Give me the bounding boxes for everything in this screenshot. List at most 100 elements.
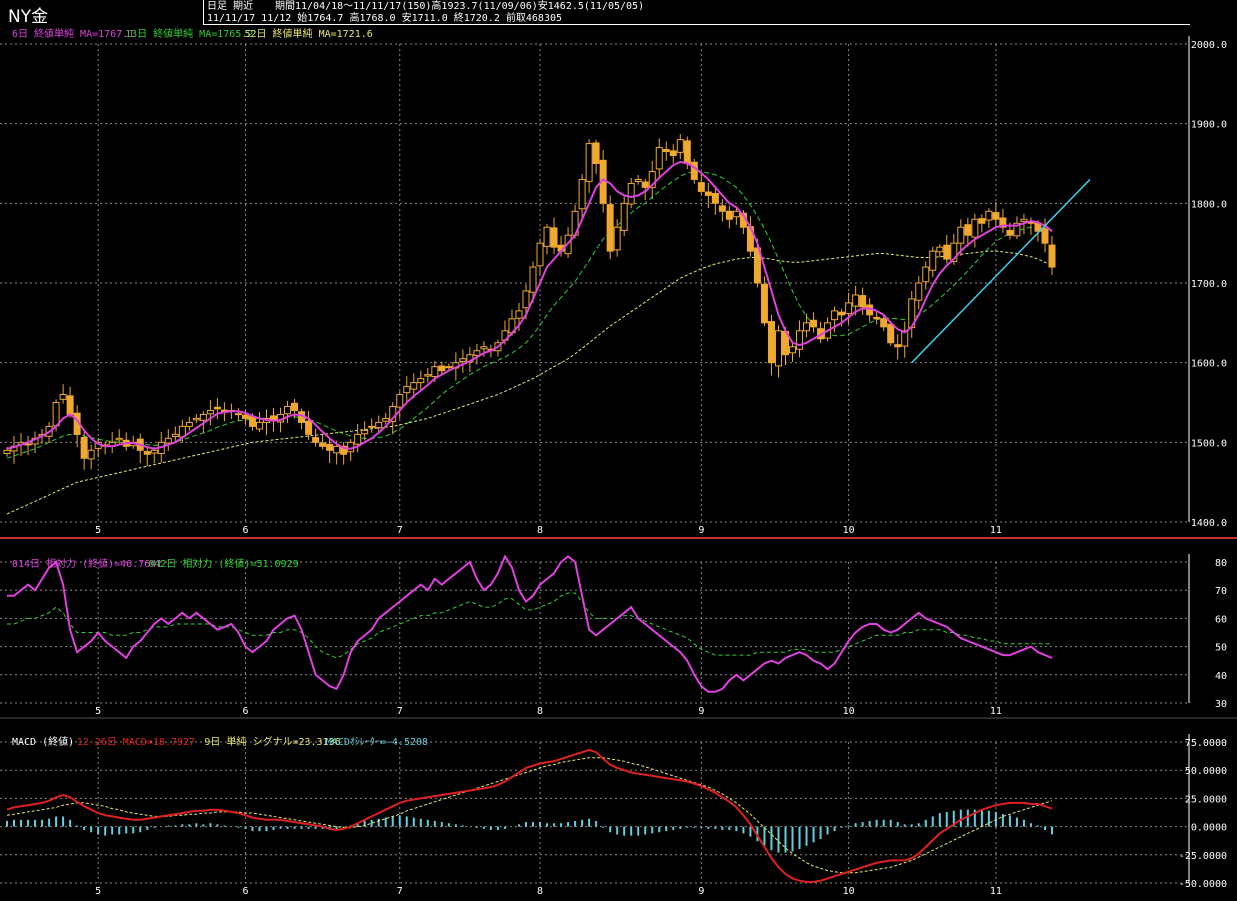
macd-xtick-label: 10 — [843, 886, 855, 897]
candle-body — [592, 142, 600, 164]
candle-body — [613, 226, 621, 251]
candle-body — [305, 420, 313, 435]
candle-body — [964, 224, 972, 236]
candle-body — [859, 295, 867, 308]
candle-body — [284, 405, 292, 415]
candle-body — [150, 449, 158, 454]
ma-long-line — [6, 250, 1053, 515]
macd-ytick-label: 50.0000 — [1185, 766, 1227, 777]
candle-body — [718, 205, 726, 212]
candle-body — [234, 413, 242, 416]
candle-body — [255, 421, 263, 430]
price-xtick-label: 11 — [990, 525, 1002, 536]
candle-body — [627, 182, 635, 205]
price-xtick-label: 10 — [843, 525, 855, 536]
price-xtick-label: 5 — [95, 525, 101, 536]
candle-body — [396, 394, 404, 408]
candle-body — [115, 437, 123, 441]
candle-body — [873, 316, 881, 320]
price-xtick-label: 9 — [698, 525, 704, 536]
ma-mid-line — [6, 171, 1053, 459]
price-ytick-label: 2000.0 — [1191, 40, 1227, 51]
candle-body — [206, 409, 214, 415]
macd-xtick-label: 5 — [95, 886, 101, 897]
ma-short-line — [6, 160, 1053, 450]
candle-body — [985, 210, 993, 221]
candle-body — [803, 322, 811, 332]
candle-body — [529, 266, 537, 293]
candle-body — [515, 310, 523, 319]
candle-body — [213, 406, 221, 410]
candle-body — [606, 204, 614, 252]
candle-body — [80, 437, 88, 459]
rsi-xtick-label: 7 — [397, 706, 403, 717]
rsi-xtick-label: 9 — [698, 706, 704, 717]
rsi-ytick-label: 30 — [1215, 699, 1227, 710]
price-legend-entry: 13日 終値単純 MA=1765.2 — [125, 27, 253, 40]
rsi-ytick-label: 80 — [1215, 558, 1227, 569]
price-ytick-label: 1400.0 — [1191, 518, 1227, 529]
candle-body — [1020, 218, 1028, 222]
candle-body — [711, 192, 719, 204]
candle-body — [641, 181, 649, 188]
candle-body — [164, 437, 172, 444]
price-xtick-label: 6 — [242, 525, 248, 536]
candle-body — [66, 395, 74, 415]
candle-body — [171, 433, 179, 437]
candle-body — [915, 282, 923, 301]
instrument-title: NY金 — [8, 7, 49, 27]
candle-body — [704, 191, 712, 196]
macd-ytick-label: 75.0000 — [1185, 738, 1227, 749]
candle-body — [473, 350, 481, 356]
candle-body — [634, 178, 642, 183]
candle-body — [810, 319, 818, 328]
candle-body — [522, 290, 530, 309]
price-xtick-label: 8 — [537, 525, 543, 536]
rsi-ytick-label: 60 — [1215, 614, 1227, 625]
candle-body — [270, 415, 278, 421]
candle-body — [725, 210, 733, 220]
price-legend-entry: 52日 終値単純 MA=1721.6 — [245, 27, 373, 40]
rsi-short-line — [7, 554, 1053, 693]
candle-body — [957, 226, 965, 244]
price-legend-entry: 6日 終値単純 MA=1767.1 — [12, 27, 134, 40]
candle-body — [248, 416, 256, 427]
macd-legend-entry: MACD (終値) — [12, 735, 74, 748]
macd-ytick-label: -50.0000 — [1179, 879, 1227, 890]
candle-body — [143, 451, 151, 455]
candle-body — [936, 246, 944, 253]
macd-legend-entry: MACDｵｼﾚｰﾀｰ=-4.5208 — [326, 736, 428, 748]
candle-body — [669, 150, 677, 157]
candle-body — [3, 449, 11, 454]
candle-body — [662, 148, 670, 153]
candle-body — [312, 437, 320, 443]
candle-body — [578, 178, 586, 210]
macd-ytick-label: 25.0000 — [1185, 794, 1227, 805]
candle-body — [410, 382, 418, 390]
candle-body — [368, 425, 376, 428]
macd-legend-entry: 12-26日 MACD=18.7927 — [77, 737, 195, 748]
candle-body — [1048, 244, 1056, 268]
rsi-xtick-label: 11 — [990, 706, 1002, 717]
price-ytick-label: 1800.0 — [1191, 199, 1227, 210]
candle-body — [480, 346, 488, 350]
candle-body — [887, 323, 895, 344]
candle-body — [620, 202, 628, 231]
rsi-xtick-label: 10 — [843, 706, 855, 717]
macd-legend-entry: 9日 単純 シグナル=23.3136 — [204, 735, 340, 748]
macd-xtick-label: 6 — [242, 886, 248, 897]
candle-body — [760, 283, 768, 324]
candle-body — [375, 421, 383, 429]
candle-body — [403, 386, 411, 394]
candle-body — [326, 443, 334, 451]
candle-body — [459, 358, 467, 362]
candle-body — [971, 218, 979, 238]
candle-body — [880, 318, 888, 328]
candle-body — [992, 212, 1000, 220]
candle-body — [767, 321, 775, 364]
candle-body — [838, 311, 846, 316]
price-ytick-label: 1500.0 — [1191, 438, 1227, 449]
price-xtick-label: 7 — [397, 525, 403, 536]
rsi-long-line — [7, 592, 1052, 659]
macd-xtick-label: 9 — [698, 886, 704, 897]
